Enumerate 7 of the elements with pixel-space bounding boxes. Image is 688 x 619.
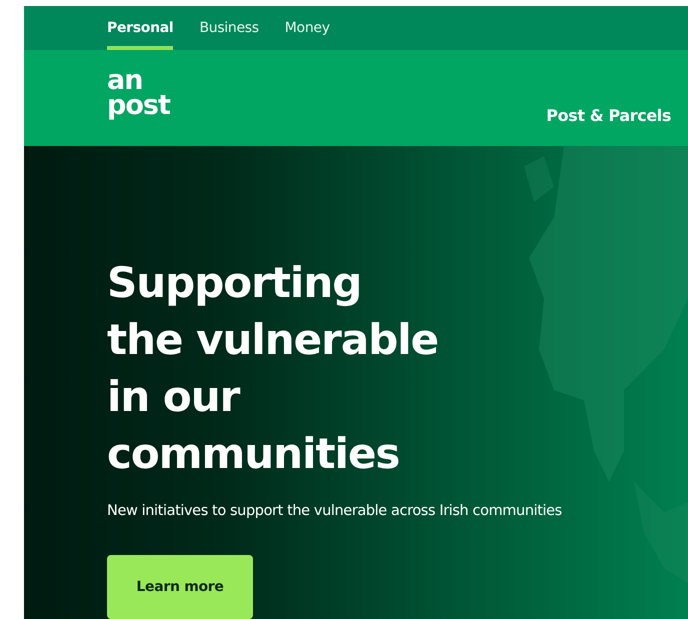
logo[interactable]: an post bbox=[107, 69, 170, 118]
nav-tab[interactable]: Business bbox=[199, 6, 259, 50]
nav-tab[interactable]: Money bbox=[284, 6, 330, 50]
post-parcels-link[interactable]: Post & Parcels bbox=[546, 106, 671, 126]
learn-more-button[interactable]: Learn more bbox=[107, 555, 253, 619]
hero-title: Supporting the vulnerable in our communities bbox=[107, 257, 440, 480]
hero-subtitle: New initiatives to support the vulnerable across Irish communities bbox=[107, 503, 563, 519]
